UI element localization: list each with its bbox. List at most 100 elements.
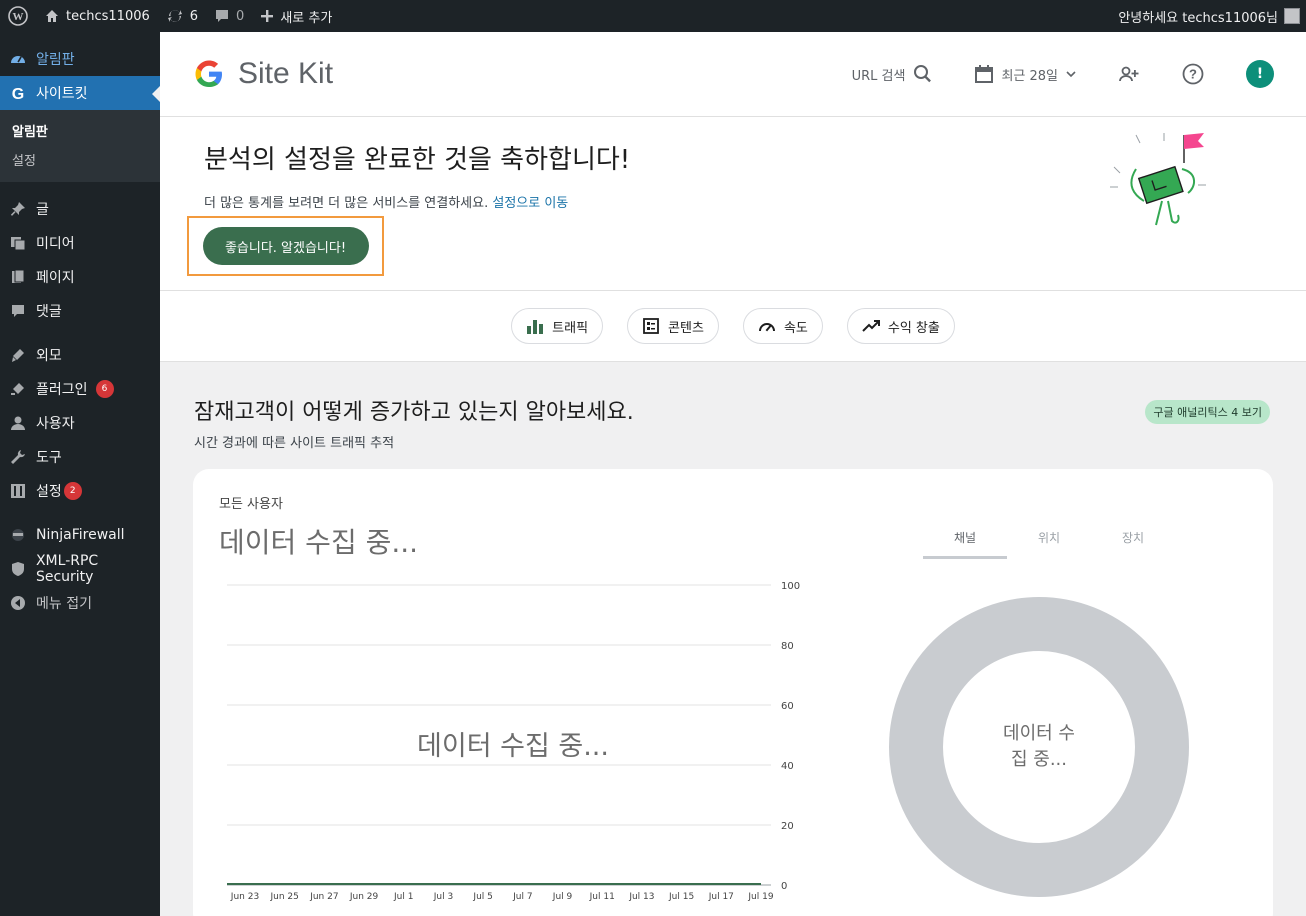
sidebar-item-appearance[interactable]: 외모 [0,338,160,372]
chip-label: 속도 [783,320,808,336]
acknowledge-button[interactable]: 좋습니다. 알겠습니다! [202,227,369,265]
main-content: Site Kit URL 검색 최근 28일 ? ! 분석의 설정을 완료한 것… [160,32,1306,916]
bars-icon [526,317,544,335]
help-icon: ? [1182,63,1204,85]
ack-highlight: 좋습니다. 알겠습니다! [187,216,384,276]
comments-link[interactable]: 0 [206,0,252,32]
dashboard-nav-chips: 트래픽 콘텐츠 속도 수익 창출 [160,290,1306,362]
channel-donut-chart: 데이터 수 집 중... [889,597,1189,897]
chip-label: 트래픽 [552,320,589,336]
setup-success-banner: 분석의 설정을 완료한 것을 축하합니다! 더 많은 통계를 보려면 더 많은 … [160,116,1306,290]
sidebar-item-media[interactable]: 미디어 [0,226,160,260]
x-tick-label: Jul 17 [708,892,734,902]
x-tick-label: Jul 7 [512,892,532,902]
y-tick-label: 0 [781,881,787,892]
section-title: 잠재고객이 어떻게 증가하고 있는지 알아보세요. [194,400,634,425]
account-menu[interactable]: 안녕하세요 techcs11006님 [1118,7,1306,26]
banner-desc-text: 더 많은 통계를 보려면 더 많은 서비스를 연결하세요. [204,196,489,211]
sidebar-item-label: 메뉴 접기 [36,596,92,612]
submenu-settings[interactable]: 설정 [0,145,160,174]
sidebar-item-tools[interactable]: 도구 [0,440,160,474]
chip-label: 콘텐츠 [668,320,704,336]
sidebar-collapse-menu[interactable]: 메뉴 접기 [0,586,160,620]
submenu-dashboard[interactable]: 알림판 [0,116,160,145]
tab-location[interactable]: 위치 [1007,529,1091,559]
comments-count: 0 [236,8,245,24]
y-tick-label: 80 [781,641,794,652]
search-icon [914,65,932,83]
trend-icon [862,317,880,335]
audience-card: 모든 사용자 데이터 수집 중... 채널 위치 장치 100 80 60 40 20 0… [193,469,1273,916]
all-users-label: 모든 사용자 [219,497,283,512]
updates-link[interactable]: 6 [158,0,206,32]
new-content-link[interactable]: 새로 추가 [252,0,340,32]
sidebar-item-users[interactable]: 사용자 [0,406,160,440]
chip-label: 수익 창출 [887,320,940,336]
sidebar-item-comments[interactable]: 댓글 [0,294,160,328]
chip-content[interactable]: 콘텐츠 [627,308,719,344]
sidebar-item-label: 설정 [36,484,62,500]
sidebar-item-plugins[interactable]: 플러그인 6 [0,372,160,406]
chip-monetization[interactable]: 수익 창출 [846,308,955,344]
plugins-update-badge: 6 [95,380,114,398]
sidebar-item-label: 미디어 [36,236,75,252]
chip-speed[interactable]: 속도 [742,308,823,344]
donut-text-line1: 데이터 수 [1003,723,1075,744]
tab-channel[interactable]: 채널 [923,529,1007,559]
sidebar-item-settings[interactable]: 설정 2 [0,474,160,508]
url-search-button[interactable]: URL 검색 [852,64,934,84]
sidebar-item-pages[interactable]: 페이지 [0,260,160,294]
go-to-settings-link[interactable]: 설정으로 이동 [492,196,568,211]
speed-icon [758,317,776,335]
x-tick-label: Jun 29 [349,892,379,902]
settings-badge: 2 [63,482,82,500]
x-tick-label: Jun 27 [309,892,338,902]
sidebar-item-sitekit[interactable]: G 사이트킷 [0,76,160,110]
user-input-button[interactable] [1118,65,1140,83]
chip-traffic[interactable]: 트래픽 [511,308,604,344]
date-range-selector[interactable]: 최근 28일 [975,65,1076,84]
donut-text-line2: 집 중... [1011,749,1067,770]
sidebar-item-label: 사용자 [36,416,75,432]
dashboard-icon [8,49,28,69]
y-tick-label: 20 [781,821,794,832]
sidebar-item-label: 플러그인 [36,382,88,398]
collapse-icon [8,593,28,613]
alert-button[interactable]: ! [1246,60,1274,88]
wordpress-logo-icon[interactable]: W [0,0,36,32]
x-tick-label: Jul 13 [628,892,654,902]
sidebar-item-dashboard[interactable]: 알림판 [0,42,160,76]
collecting-data-heading: 데이터 수집 중... [219,526,419,559]
tab-device[interactable]: 장치 [1091,529,1175,559]
x-tick-label: Jul 15 [668,892,694,902]
admin-bar: W techcs11006 6 0 새로 추가 안녕하세요 techcs1100… [0,0,1306,32]
alert-icon: ! [1246,60,1274,88]
avatar [1284,8,1300,24]
view-ga4-link[interactable]: 구글 애널리틱스 4 보기 [1145,400,1270,424]
sidebar-item-label: 알림판 [36,52,75,68]
sidebar-item-label: 글 [36,202,49,218]
user-icon [8,413,28,433]
plugin-icon [8,379,28,399]
x-tick-label: Jul 3 [433,892,453,902]
page-icon [8,267,28,287]
sidebar-item-label: 댓글 [36,304,62,320]
x-tick-label: Jul 5 [472,892,492,902]
site-name-link[interactable]: techcs11006 [36,0,158,32]
comment-icon [8,301,28,321]
chevron-down-icon [1066,71,1076,78]
sidebar-item-xmlrpc-security[interactable]: XML-RPC Security [0,552,160,586]
brush-icon [8,345,28,365]
sidebar-item-posts[interactable]: 글 [0,192,160,226]
x-tick-label: Jul 19 [747,892,773,902]
comment-icon [216,10,229,22]
admin-sidebar: 알림판 G 사이트킷 알림판 설정 글 미디어 페이지 댓글 외모 플러그인 6… [0,32,160,916]
sidebar-item-ninjafirewall[interactable]: NinjaFirewall [0,518,160,552]
add-user-icon [1119,66,1139,82]
ninja-icon [8,525,28,545]
dimension-tabs: 채널 위치 장치 [923,529,1175,559]
help-button[interactable]: ? [1182,63,1204,85]
pin-icon [8,199,28,219]
svg-text:G: G [12,86,24,102]
sidebar-item-label: NinjaFirewall [36,527,125,543]
